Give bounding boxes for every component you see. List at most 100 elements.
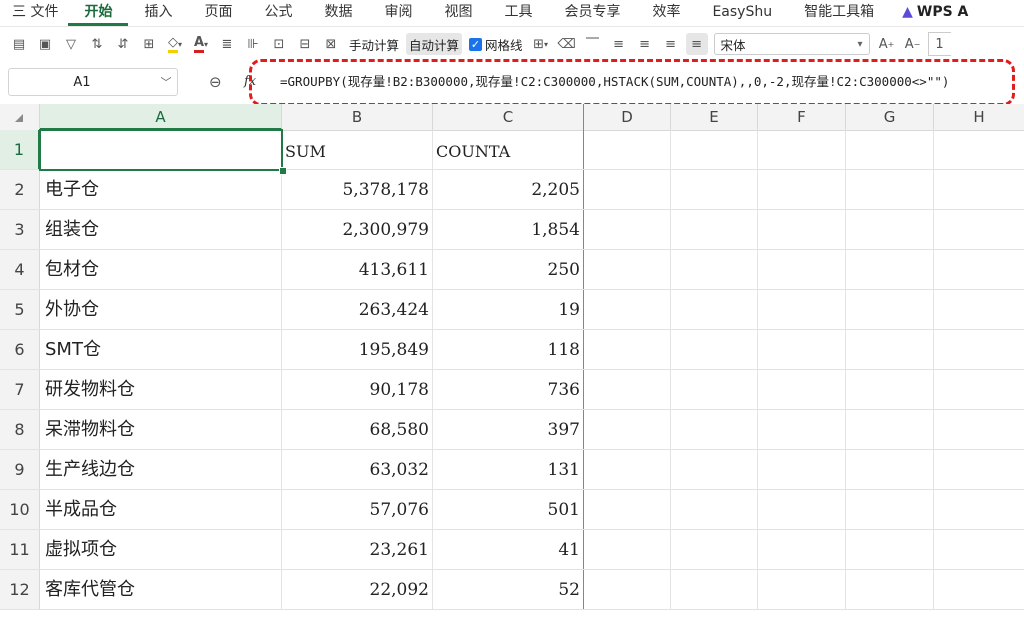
table-cell[interactable]	[934, 530, 1024, 569]
menu-page[interactable]: 页面	[188, 0, 248, 26]
row-header[interactable]: 12	[0, 570, 40, 609]
table-cell[interactable]: 118	[433, 330, 584, 369]
table-cell[interactable]: 250	[433, 250, 584, 289]
table-cell[interactable]	[671, 290, 758, 329]
column-header-g[interactable]: G	[846, 104, 934, 130]
row-header[interactable]: 7	[0, 370, 40, 409]
table-cell[interactable]: 2,300,979	[282, 210, 433, 249]
table-cell[interactable]	[671, 570, 758, 609]
increase-font-icon[interactable]: A +	[876, 33, 898, 55]
table-cell[interactable]	[846, 250, 934, 289]
row-header[interactable]: 10	[0, 490, 40, 529]
table-cell[interactable]	[934, 570, 1024, 609]
table-cell[interactable]: 263,424	[282, 290, 433, 329]
fx-icon[interactable]: fx	[244, 74, 256, 89]
align-center-icon[interactable]: ≡	[634, 33, 656, 55]
table-cell[interactable]: 736	[433, 370, 584, 409]
table-cell[interactable]	[584, 290, 671, 329]
menu-view[interactable]: 视图	[428, 0, 488, 26]
table-cell[interactable]: 电子仓	[40, 170, 282, 209]
table-cell[interactable]: 生产线边仓	[40, 450, 282, 489]
table-cell[interactable]	[758, 170, 846, 209]
table-cell[interactable]	[934, 170, 1024, 209]
table-cell[interactable]: 501	[433, 490, 584, 529]
table-cell[interactable]: 半成品仓	[40, 490, 282, 529]
font-color-icon[interactable]: A ▾	[190, 33, 212, 55]
table-cell[interactable]	[671, 490, 758, 529]
table-cell[interactable]	[584, 250, 671, 289]
table-cell[interactable]	[671, 450, 758, 489]
column-header-a[interactable]: A	[40, 104, 282, 130]
table-cell[interactable]: 63,032	[282, 450, 433, 489]
table-cell[interactable]	[758, 530, 846, 569]
menu-formula[interactable]: 公式	[248, 0, 308, 26]
insert-cells-icon[interactable]: ⊡	[268, 33, 290, 55]
column-header-f[interactable]: F	[758, 104, 846, 130]
fill-handle[interactable]	[279, 167, 287, 175]
table-cell[interactable]	[934, 290, 1024, 329]
table-cell[interactable]	[671, 370, 758, 409]
table-cell[interactable]: 23,261	[282, 530, 433, 569]
menu-easyshu[interactable]: EasyShu	[696, 0, 788, 26]
wrap-text-icon[interactable]: ≣	[216, 33, 238, 55]
table-cell[interactable]: 外协仓	[40, 290, 282, 329]
table-cell[interactable]	[758, 370, 846, 409]
table-cell[interactable]	[584, 450, 671, 489]
column-header-h[interactable]: H	[934, 104, 1024, 130]
row-header[interactable]: 1	[0, 130, 40, 169]
table-cell[interactable]	[846, 210, 934, 249]
table-cell[interactable]: 呆滞物料仓	[40, 410, 282, 449]
menu-wps-ai[interactable]: ▲ WPS A	[890, 0, 984, 26]
table-cell[interactable]	[584, 370, 671, 409]
table-cell[interactable]: 90,178	[282, 370, 433, 409]
table-cell[interactable]	[671, 530, 758, 569]
table-cell[interactable]: 68,580	[282, 410, 433, 449]
font-family-select[interactable]: 宋体 ▾	[713, 33, 870, 55]
table-cell[interactable]	[934, 210, 1024, 249]
align-right-icon[interactable]: ≡	[660, 33, 682, 55]
row-header[interactable]: 11	[0, 530, 40, 569]
table-cell[interactable]: 包材仓	[40, 250, 282, 289]
checkbox-checked-icon[interactable]: ✓	[469, 37, 483, 51]
table-cell[interactable]	[584, 410, 671, 449]
table-cell[interactable]	[758, 410, 846, 449]
zoom-icon[interactable]: ⊖	[209, 73, 222, 91]
menu-member[interactable]: 会员专享	[548, 0, 636, 26]
row-header[interactable]: 8	[0, 410, 40, 449]
column-header-e[interactable]: E	[671, 104, 758, 130]
fill-color-icon[interactable]: ◇ ▾	[164, 33, 186, 55]
table-cell[interactable]: 131	[433, 450, 584, 489]
menu-tools[interactable]: 工具	[488, 0, 548, 26]
menu-data[interactable]: 数据	[308, 0, 368, 26]
sort-descending-icon[interactable]: ⇵	[112, 33, 134, 55]
row-header[interactable]: 9	[0, 450, 40, 489]
table-cell[interactable]	[758, 330, 846, 369]
column-header-c[interactable]: C	[433, 104, 584, 130]
table-cell[interactable]	[934, 130, 1024, 169]
menu-efficiency[interactable]: 效率	[636, 0, 696, 26]
borders-icon[interactable]: ⊞	[138, 33, 160, 55]
calc-options-icon[interactable]: ⊠	[320, 33, 342, 55]
table-cell[interactable]: 397	[433, 410, 584, 449]
table-cell[interactable]	[846, 130, 934, 169]
row-header[interactable]: 6	[0, 330, 40, 369]
table-cell[interactable]	[584, 330, 671, 369]
table-cell[interactable]	[584, 170, 671, 209]
filter-icon[interactable]: ▽	[60, 33, 82, 55]
table-cell[interactable]	[758, 250, 846, 289]
table-cell[interactable]: 52	[433, 570, 584, 609]
number-format-icon[interactable]: ▤	[8, 33, 30, 55]
table-cell[interactable]	[758, 290, 846, 329]
sort-ascending-icon[interactable]: ⇅	[86, 33, 108, 55]
table-cell[interactable]: 2,205	[433, 170, 584, 209]
align-top-icon[interactable]: ⎺	[582, 33, 604, 55]
cell-style-icon[interactable]: ⊞ ▾	[530, 33, 552, 55]
table-cell[interactable]: 1,854	[433, 210, 584, 249]
table-cell[interactable]: 19	[433, 290, 584, 329]
table-cell[interactable]	[671, 130, 758, 169]
table-cell[interactable]: 22,092	[282, 570, 433, 609]
column-header-d[interactable]: D	[584, 104, 671, 130]
table-cell[interactable]	[584, 490, 671, 529]
table-cell[interactable]	[846, 330, 934, 369]
table-cell[interactable]: SUM	[282, 130, 433, 169]
